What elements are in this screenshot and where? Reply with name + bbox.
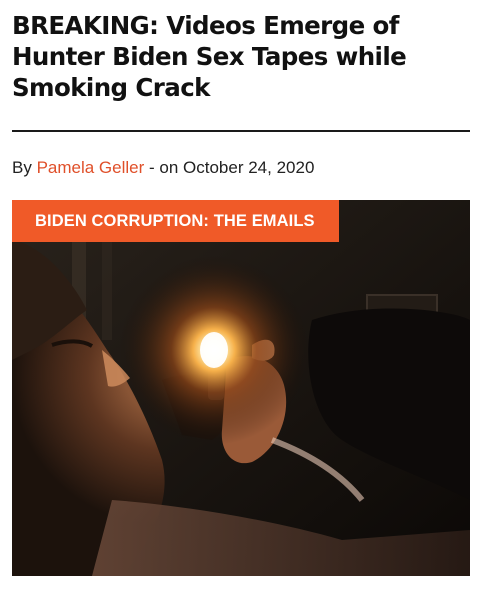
headline-line: Hunter Biden Sex Tapes while <box>12 42 407 71</box>
headline-line: Smoking Crack <box>12 73 210 102</box>
article-headline[interactable]: BREAKING: Videos Emerge of Hunter Biden … <box>12 0 472 103</box>
byline-separator: - on <box>144 158 184 177</box>
hero-image[interactable]: BIDEN CORRUPTION: THE EMAILS <box>12 200 470 576</box>
hero-photo-illustration <box>12 200 470 576</box>
author-link[interactable]: Pamela Geller <box>37 158 145 177</box>
article-header: BREAKING: Videos Emerge of Hunter Biden … <box>12 0 470 179</box>
byline: By Pamela Geller - on October 24, 2020 <box>12 157 470 179</box>
byline-prefix: By <box>12 158 37 177</box>
headline-divider <box>12 130 470 132</box>
publish-date: October 24, 2020 <box>183 158 315 177</box>
category-tag[interactable]: BIDEN CORRUPTION: THE EMAILS <box>12 200 339 242</box>
headline-line: BREAKING: Videos Emerge of <box>12 11 399 40</box>
